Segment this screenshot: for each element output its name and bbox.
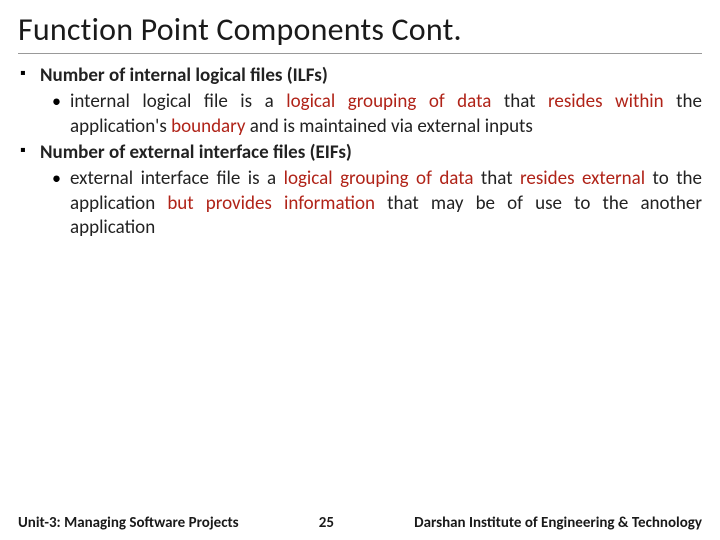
text-plain: that bbox=[473, 167, 520, 190]
footer-institute: Darshan Institute of Engineering & Techn… bbox=[414, 514, 702, 532]
text-highlight: logical grouping of data bbox=[286, 90, 491, 113]
bullet-eif: Number of external interface files (EIFs… bbox=[40, 141, 702, 240]
footer-page-number: 25 bbox=[319, 514, 334, 532]
footer: Unit-3: Managing Software Projects 25 Da… bbox=[0, 514, 720, 532]
page-title: Function Point Components Cont. bbox=[18, 10, 702, 54]
bullet-eif-heading: Number of external interface files (EIFs… bbox=[40, 141, 352, 164]
text-plain: and is maintained via external inputs bbox=[245, 115, 532, 138]
bullet-ilf-heading: Number of internal logical files (ILFs) bbox=[40, 64, 328, 87]
text-highlight: boundary bbox=[171, 115, 245, 138]
bullet-ilf-sub: internal logical file is a logical group… bbox=[70, 90, 702, 139]
bullet-eif-sublist: external interface file is a logical gro… bbox=[40, 167, 702, 240]
text-plain: external interface file is a bbox=[70, 167, 284, 190]
footer-unit: Unit-3: Managing Software Projects bbox=[18, 514, 239, 532]
text-plain: that bbox=[491, 90, 548, 113]
text-highlight: but provides information bbox=[167, 192, 375, 215]
text-highlight: logical grouping of data bbox=[284, 167, 474, 190]
text-highlight: resides within bbox=[548, 90, 664, 113]
slide: Function Point Components Cont. Number o… bbox=[0, 0, 720, 540]
bullet-eif-sub: external interface file is a logical gro… bbox=[70, 167, 702, 240]
bullet-list: Number of internal logical files (ILFs) … bbox=[18, 64, 702, 240]
text-highlight: resides external bbox=[520, 167, 645, 190]
bullet-ilf-sublist: internal logical file is a logical group… bbox=[40, 90, 702, 139]
bullet-ilf: Number of internal logical files (ILFs) … bbox=[40, 64, 702, 139]
text-plain: internal logical file is a bbox=[70, 90, 286, 113]
